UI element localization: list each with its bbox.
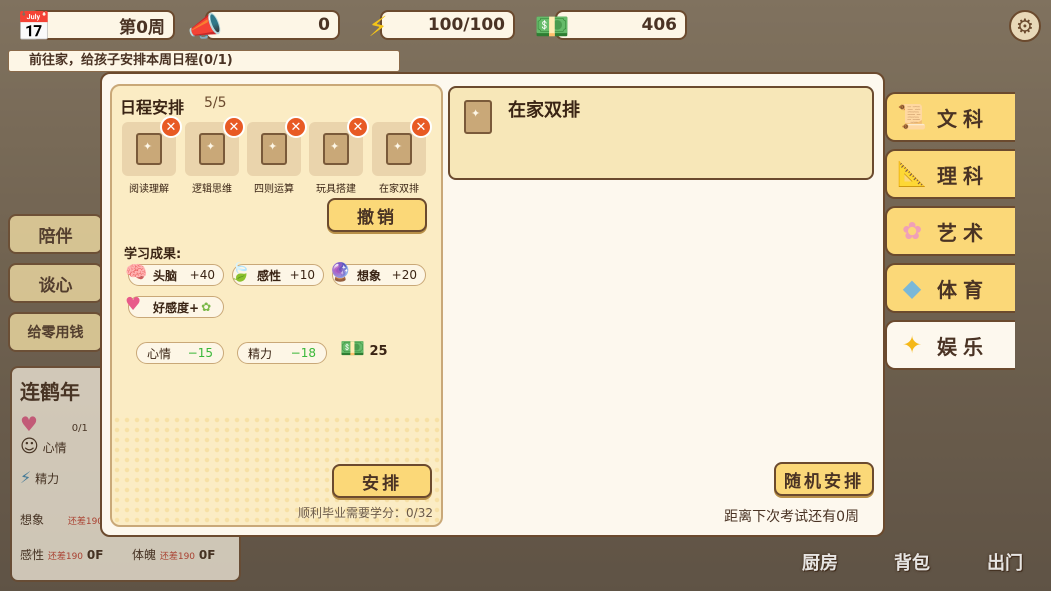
cancel-button[interactable]: 撤销 xyxy=(327,198,427,232)
accompany-button[interactable]: 陪伴 xyxy=(8,214,103,254)
lightning-icon: ⚡ xyxy=(368,9,388,43)
slot-label: 四则运算 xyxy=(254,184,294,195)
book-icon xyxy=(199,133,225,165)
brain-icon: 🧠 xyxy=(125,262,148,283)
remove-icon[interactable]: ✕ xyxy=(347,116,369,138)
activity-title: 在家双排 xyxy=(508,100,580,121)
slot-label: 逻辑思维 xyxy=(192,184,232,195)
schedule-title: 日程安排 xyxy=(120,98,185,117)
tab-science[interactable]: 📐 理科 xyxy=(885,149,1015,199)
go-out-button[interactable]: 出门 xyxy=(975,515,1035,575)
remove-icon[interactable]: ✕ xyxy=(410,116,432,138)
tab-art[interactable]: ✿ 艺术 xyxy=(885,206,1015,256)
heart-icon: ♥ 0/1 xyxy=(20,412,88,436)
arrange-button[interactable]: 安排 xyxy=(332,464,432,498)
scroll-icon: 📜 xyxy=(897,103,927,131)
slot-label: 在家双排 xyxy=(379,184,419,195)
remove-icon[interactable]: ✕ xyxy=(223,116,245,138)
task-banner[interactable]: 前往家，给孩子安排本周日程(0/1) xyxy=(8,50,400,72)
mood-row: ☺ 心情 xyxy=(20,436,67,457)
money-cost: 💵 25 xyxy=(340,336,388,360)
schedule-slot-4[interactable]: ✕ xyxy=(309,116,369,176)
schedule-slot-5[interactable]: ✕ xyxy=(372,116,432,176)
remove-icon[interactable]: ✕ xyxy=(285,116,307,138)
top-bar: 第0周 📅 0 📣 100/100 ⚡ 406 💵 ⚙ xyxy=(0,8,1051,44)
remove-icon[interactable]: ✕ xyxy=(160,116,182,138)
announcement-counter: 0 xyxy=(205,10,340,40)
character-name: 连鹤年 xyxy=(20,380,80,404)
backpack-button[interactable]: 背包 xyxy=(882,515,942,575)
results-title: 学习成果: xyxy=(124,247,182,262)
star-icon: ✦ xyxy=(901,331,923,359)
physique-stat: 体魄 还差190 0F xyxy=(132,548,216,562)
result-affection: ♥ 好感度+ ✿ xyxy=(125,294,224,318)
result-imagination: 🔮 想象 +20 xyxy=(329,262,426,286)
ruler-icon: 📐 xyxy=(897,160,927,188)
schedule-modal: 日程安排 5/5 ✕ 阅读理解 ✕ 逻辑思维 ✕ 四则运算 ✕ 玩具搭建 ✕ 在… xyxy=(100,72,885,537)
talk-button[interactable]: 谈心 xyxy=(8,263,103,303)
cube-icon: ◆ xyxy=(902,274,922,302)
tab-sports[interactable]: ◆ 体育 xyxy=(885,263,1015,313)
energy-counter: 100/100 xyxy=(380,10,515,40)
sensibility-stat: 感性 还差190 0F xyxy=(20,548,104,562)
imagination-icon: 🔮 xyxy=(329,262,352,283)
schedule-slot-3[interactable]: ✕ xyxy=(247,116,307,176)
cost-mood: 心情 −15 xyxy=(136,342,224,364)
schedule-slot-2[interactable]: ✕ xyxy=(185,116,245,176)
tab-liberal-arts[interactable]: 📜 文科 xyxy=(885,92,1015,142)
imagination-stat: 想象 还差190 xyxy=(20,513,104,527)
schedule-count: 5/5 xyxy=(204,95,227,111)
activity-detail: 在家双排 xyxy=(448,86,874,180)
result-sensibility: 🍃 感性 +10 xyxy=(229,262,324,286)
settings-gear-icon[interactable]: ⚙ xyxy=(1009,10,1041,42)
graduation-credits: 顺利毕业需要学分：0/32 xyxy=(298,506,433,520)
flower-icon: ✿ xyxy=(901,217,923,245)
megaphone-icon: 📣 xyxy=(187,9,223,43)
schedule-slot-1[interactable]: ✕ xyxy=(122,116,182,176)
book-icon xyxy=(323,133,349,165)
tab-entertainment[interactable]: ✦ 娱乐 xyxy=(885,320,1015,370)
book-icon xyxy=(464,100,492,134)
cash-icon: 💵 xyxy=(340,336,365,360)
slot-label: 玩具搭建 xyxy=(316,184,356,195)
leaf-icon: 🍃 xyxy=(229,262,252,283)
cash-icon: 💵 xyxy=(534,9,570,43)
schedule-panel: 日程安排 5/5 ✕ 阅读理解 ✕ 逻辑思维 ✕ 四则运算 ✕ 玩具搭建 ✕ 在… xyxy=(110,84,443,527)
next-exam-text: 距离下次考试还有0周 xyxy=(724,509,859,525)
result-brain: 🧠 头脑 +40 xyxy=(125,262,224,286)
cost-stamina: 精力 −18 xyxy=(237,342,327,364)
heart-icon: ♥ xyxy=(125,294,142,315)
slot-label: 阅读理解 xyxy=(129,184,169,195)
book-icon xyxy=(136,133,162,165)
stamina-row: ⚡ 精力 xyxy=(20,468,60,487)
random-arrange-button[interactable]: 随机安排 xyxy=(774,462,874,496)
pocket-money-button[interactable]: 给零用钱 xyxy=(8,312,103,352)
leaf-icon: ✿ xyxy=(201,300,212,314)
book-icon xyxy=(261,133,287,165)
calendar-icon: 📅 xyxy=(16,9,52,43)
money-counter: 406 xyxy=(555,10,687,40)
book-icon xyxy=(386,133,412,165)
